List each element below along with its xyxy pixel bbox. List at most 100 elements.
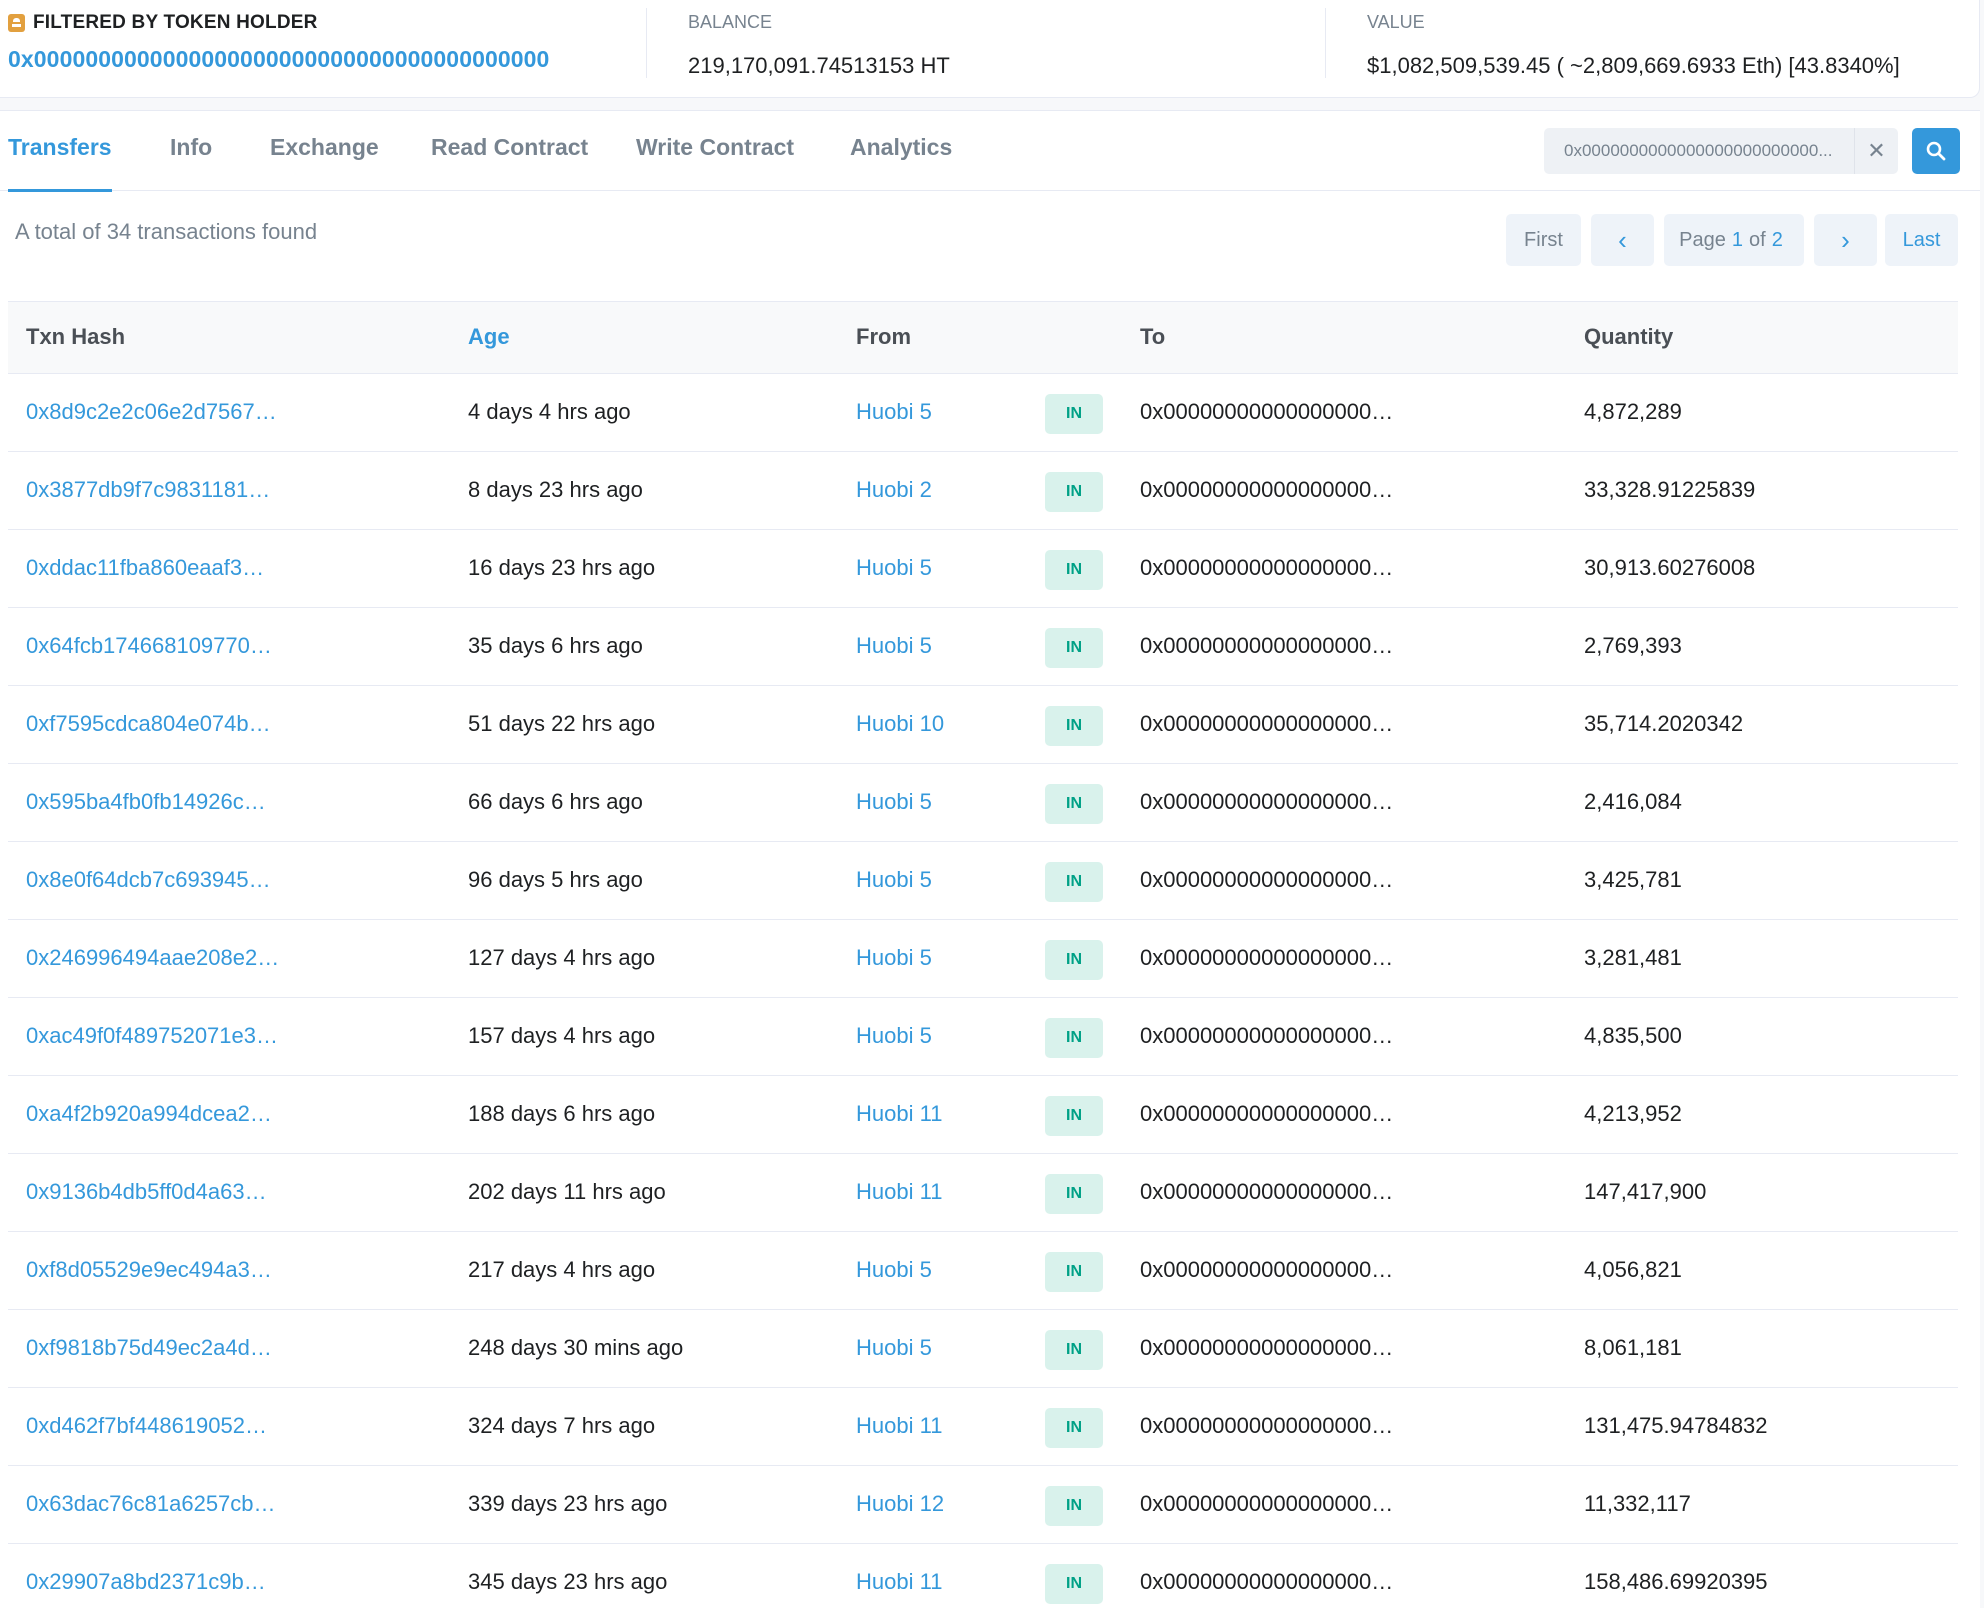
from-address-link[interactable]: Huobi 10 (856, 686, 944, 762)
transfers-card: Transfers Info Exchange Read Contract Wr… (0, 110, 1980, 1608)
to-address: 0x00000000000000000… (1140, 945, 1394, 970)
holder-address-link[interactable]: 0x00000000000000000000000000000000000000… (8, 46, 549, 73)
page-of: of (1749, 228, 1766, 251)
txn-age: 157 days 4 hrs ago (468, 1023, 656, 1048)
table-row: 0xf9818b75d49ec2a4d… 248 days 30 mins ago… (8, 1310, 1958, 1388)
from-address-link[interactable]: Huobi 5 (856, 374, 932, 450)
txn-age: 188 days 6 hrs ago (468, 1101, 656, 1126)
tab-exchange[interactable]: Exchange (270, 111, 379, 191)
txn-hash-link[interactable]: 0xa4f2b920a994dcea2… (26, 1076, 272, 1152)
quantity-value: 2,769,393 (1584, 633, 1682, 658)
direction-badge: IN (1045, 1330, 1103, 1370)
header-txn-hash: Txn Hash (26, 324, 126, 349)
to-address: 0x00000000000000000… (1140, 1179, 1394, 1204)
from-address-link[interactable]: Huobi 5 (856, 920, 932, 996)
value-amount: $1,082,509,539.45 ( ~2,809,669.6933 Eth)… (1367, 53, 1900, 78)
quantity-value: 33,328.91225839 (1584, 477, 1756, 502)
txn-hash-link[interactable]: 0xddac11fba860eaaf3… (26, 530, 264, 606)
address-filter-box: ✕ (1544, 128, 1898, 174)
quantity-value: 35,714.2020342 (1584, 711, 1744, 736)
to-address: 0x00000000000000000… (1140, 1491, 1394, 1516)
tab-analytics[interactable]: Analytics (850, 111, 952, 191)
table-row: 0x246996494aae208e2… 127 days 4 hrs ago Hu… (8, 920, 1958, 998)
from-address-link[interactable]: Huobi 5 (856, 764, 932, 840)
txn-hash-link[interactable]: 0xf7595cdca804e074b… (26, 686, 271, 762)
to-address: 0x00000000000000000… (1140, 555, 1394, 580)
txn-hash-link[interactable]: 0x246996494aae208e2… (26, 920, 279, 996)
table-row: 0x8d9c2e2c06e2d7567… 4 days 4 hrs ago Huob… (8, 374, 1958, 452)
txn-hash-link[interactable]: 0x29907a8bd2371c9b… (26, 1544, 266, 1608)
direction-badge: IN (1045, 1018, 1103, 1058)
next-page-button[interactable]: › (1814, 214, 1877, 266)
address-filter-input[interactable] (1544, 128, 1854, 174)
tab-read-contract[interactable]: Read Contract (431, 111, 588, 191)
txn-age: 66 days 6 hrs ago (468, 789, 643, 814)
from-address-link[interactable]: Huobi 11 (856, 1076, 942, 1152)
table-row: 0x29907a8bd2371c9b… 345 days 23 hrs ago Hu… (8, 1544, 1958, 1608)
txn-hash-link[interactable]: 0x9136b4db5ff0d4a63… (26, 1154, 267, 1230)
direction-badge: IN (1045, 784, 1103, 824)
txn-hash-link[interactable]: 0x64fcb174668109770… (26, 608, 272, 684)
page-prefix: Page (1679, 228, 1726, 251)
from-address-link[interactable]: Huobi 11 (856, 1388, 942, 1464)
txn-hash-link[interactable]: 0x63dac76c81a6257cb… (26, 1466, 276, 1542)
direction-badge: IN (1045, 1252, 1103, 1292)
txn-age: 217 days 4 hrs ago (468, 1257, 656, 1282)
header-age[interactable]: Age (468, 302, 510, 372)
prev-page-button[interactable]: ‹ (1591, 214, 1654, 266)
to-address: 0x00000000000000000… (1140, 867, 1394, 892)
value-section: VALUE $1,082,509,539.45 ( ~2,809,669.693… (1325, 8, 1980, 78)
tab-write-contract[interactable]: Write Contract (636, 111, 794, 191)
clear-filter-icon[interactable]: ✕ (1854, 128, 1898, 174)
table-row: 0x64fcb174668109770… 35 days 6 hrs ago Huo… (8, 608, 1958, 686)
txn-hash-link[interactable]: 0xf9818b75d49ec2a4d… (26, 1310, 272, 1386)
value-label: VALUE (1367, 12, 1425, 32)
search-icon (1926, 141, 1946, 161)
to-address: 0x00000000000000000… (1140, 1335, 1394, 1360)
from-address-link[interactable]: Huobi 11 (856, 1154, 942, 1230)
quantity-value: 4,835,500 (1584, 1023, 1682, 1048)
txn-age: 127 days 4 hrs ago (468, 945, 656, 970)
from-address-link[interactable]: Huobi 11 (856, 1544, 942, 1608)
first-page-button[interactable]: First (1506, 214, 1581, 266)
from-address-link[interactable]: Huobi 5 (856, 998, 932, 1074)
quantity-value: 8,061,181 (1584, 1335, 1682, 1360)
txn-hash-link[interactable]: 0x3877db9f7c9831181… (26, 452, 270, 528)
direction-badge: IN (1045, 1486, 1103, 1526)
tab-transfers[interactable]: Transfers (8, 111, 112, 192)
quantity-value: 11,332,117 (1584, 1491, 1691, 1516)
direction-badge: IN (1045, 550, 1103, 590)
transfers-table: Txn Hash Age From To Quantity 0x8d9c2e2c… (8, 301, 1958, 1608)
to-address: 0x00000000000000000… (1140, 399, 1394, 424)
tab-info[interactable]: Info (170, 111, 212, 191)
txn-hash-link[interactable]: 0xac49f0f489752071e3… (26, 998, 278, 1074)
search-button[interactable] (1912, 128, 1960, 174)
txn-hash-link[interactable]: 0xf8d05529e9ec494a3… (26, 1232, 272, 1308)
from-address-link[interactable]: Huobi 5 (856, 1310, 932, 1386)
from-address-link[interactable]: Huobi 5 (856, 608, 932, 684)
to-address: 0x00000000000000000… (1140, 1023, 1394, 1048)
from-address-link[interactable]: Huobi 5 (856, 842, 932, 918)
from-address-link[interactable]: Huobi 5 (856, 530, 932, 606)
last-page-button[interactable]: Last (1885, 214, 1958, 266)
from-address-link[interactable]: Huobi 5 (856, 1232, 932, 1308)
txn-hash-link[interactable]: 0x8e0f64dcb7c693945… (26, 842, 271, 918)
txn-hash-link[interactable]: 0x8d9c2e2c06e2d7567… (26, 374, 277, 450)
direction-badge: IN (1045, 862, 1103, 902)
to-address: 0x00000000000000000… (1140, 1569, 1394, 1594)
txn-age: 202 days 11 hrs ago (468, 1179, 666, 1204)
direction-badge: IN (1045, 1096, 1103, 1136)
quantity-value: 3,281,481 (1584, 945, 1682, 970)
txn-age: 96 days 5 hrs ago (468, 867, 643, 892)
filter-label-text: FILTERED BY TOKEN HOLDER (33, 12, 318, 33)
quantity-value: 4,213,952 (1584, 1101, 1682, 1126)
from-address-link[interactable]: Huobi 12 (856, 1466, 944, 1542)
from-address-link[interactable]: Huobi 2 (856, 452, 932, 528)
table-row: 0xa4f2b920a994dcea2… 188 days 6 hrs ago Hu… (8, 1076, 1958, 1154)
direction-badge: IN (1045, 940, 1103, 980)
txn-hash-link[interactable]: 0x595ba4fb0fb14926c… (26, 764, 266, 840)
txn-hash-link[interactable]: 0xd462f7bf448619052… (26, 1388, 267, 1464)
filter-section: FILTERED BY TOKEN HOLDER 0x0000000000000… (8, 0, 638, 98)
tab-bar: Transfers Info Exchange Read Contract Wr… (0, 111, 1980, 192)
quantity-value: 2,416,084 (1584, 789, 1682, 814)
